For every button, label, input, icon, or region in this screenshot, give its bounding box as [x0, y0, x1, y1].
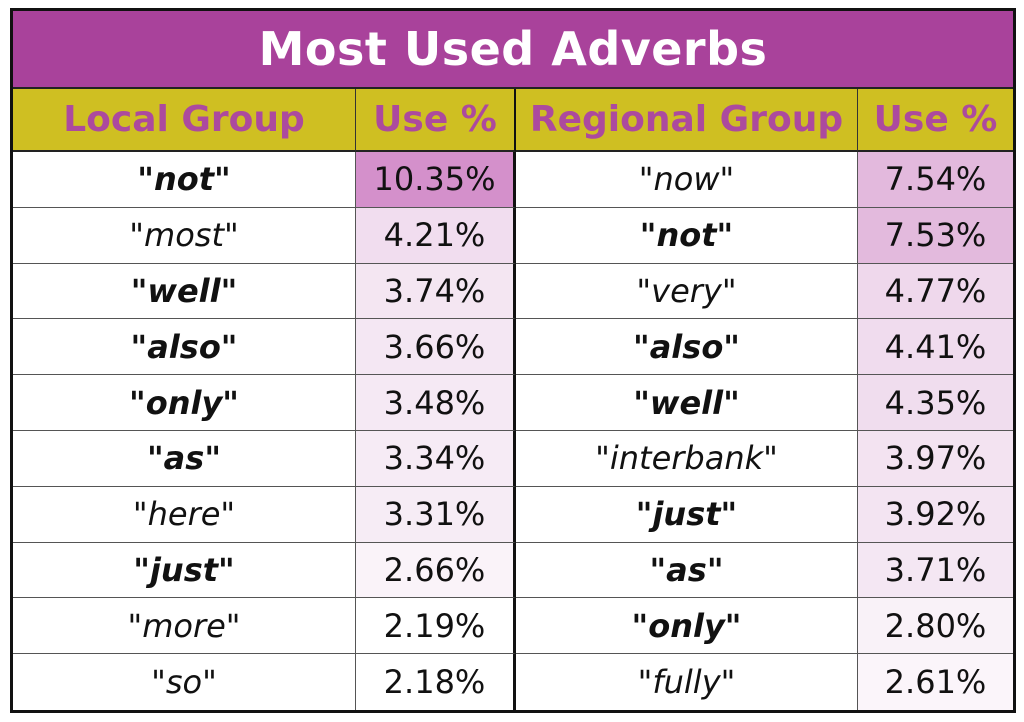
local-word-cell: "most" [13, 207, 356, 264]
table-title: Most Used Adverbs [13, 11, 1013, 89]
local-pct-cell: 2.18% [356, 654, 516, 710]
local-word-cell: "also" [13, 319, 356, 376]
regional-word-cell: "well" [516, 375, 858, 431]
regional-pct-cell: 4.77% [858, 263, 1013, 320]
local-pct-cell: 10.35% [356, 152, 516, 208]
local-pct-cell: 2.19% [356, 598, 516, 655]
local-word-cell: "so" [13, 654, 356, 710]
regional-word-cell: "not" [516, 207, 858, 264]
local-pct-cell: 4.21% [356, 207, 516, 264]
regional-pct-cell: 3.92% [858, 486, 1013, 543]
header-regional-group: Regional Group [516, 89, 858, 152]
local-word-cell: "well" [13, 263, 356, 320]
regional-word-cell: "interbank" [516, 430, 858, 487]
regional-word-cell: "just" [516, 486, 858, 543]
header-regional-use-pct: Use % [858, 89, 1013, 152]
local-pct-cell: 3.66% [356, 319, 516, 376]
regional-pct-cell: 7.53% [858, 207, 1013, 264]
regional-word-cell: "fully" [516, 654, 858, 710]
header-local-use-pct: Use % [356, 89, 516, 152]
regional-pct-cell: 2.61% [858, 654, 1013, 710]
regional-pct-cell: 3.97% [858, 430, 1013, 487]
regional-pct-cell: 3.71% [858, 542, 1013, 599]
local-word-cell: "not" [13, 152, 356, 208]
local-word-cell: "here" [13, 486, 356, 543]
regional-pct-cell: 2.80% [858, 598, 1013, 655]
local-word-cell: "more" [13, 598, 356, 655]
local-word-cell: "just" [13, 542, 356, 599]
regional-word-cell: "now" [516, 152, 858, 208]
regional-pct-cell: 4.35% [858, 375, 1013, 431]
local-word-cell: "only" [13, 375, 356, 431]
local-pct-cell: 3.31% [356, 486, 516, 543]
regional-word-cell: "very" [516, 263, 858, 320]
regional-word-cell: "only" [516, 598, 858, 655]
adverbs-table: Most Used Adverbs Local Group Use % Regi… [10, 8, 1016, 713]
regional-word-cell: "also" [516, 319, 858, 376]
local-pct-cell: 3.48% [356, 375, 516, 431]
header-local-group: Local Group [13, 89, 356, 152]
local-pct-cell: 3.74% [356, 263, 516, 320]
local-pct-cell: 2.66% [356, 542, 516, 599]
regional-pct-cell: 7.54% [858, 152, 1013, 208]
regional-word-cell: "as" [516, 542, 858, 599]
local-word-cell: "as" [13, 430, 356, 487]
regional-pct-cell: 4.41% [858, 319, 1013, 376]
local-pct-cell: 3.34% [356, 430, 516, 487]
